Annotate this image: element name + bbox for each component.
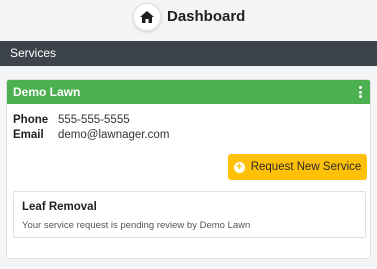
service-request-item[interactable]: Leaf Removal Your service request is pen… bbox=[13, 191, 366, 238]
service-title: Leaf Removal bbox=[22, 201, 97, 213]
phone-label: Phone bbox=[13, 114, 49, 126]
phone-row: Phone 555-555-5555 bbox=[13, 113, 169, 128]
email-value: demo@lawnager.com bbox=[58, 129, 170, 141]
provider-name: Demo Lawn bbox=[13, 85, 81, 99]
services-section-header: Services bbox=[0, 41, 377, 66]
request-new-service-label: Request New Service bbox=[250, 161, 362, 173]
card-header: Demo Lawn bbox=[7, 80, 370, 104]
contact-info: Phone 555-555-5555 Email demo@lawnager.c… bbox=[13, 113, 169, 143]
home-icon bbox=[140, 11, 154, 23]
kebab-menu-icon[interactable] bbox=[358, 86, 362, 98]
phone-value: 555-555-5555 bbox=[58, 114, 130, 126]
request-new-service-button[interactable]: + Request New Service bbox=[228, 154, 367, 180]
page-title: Dashboard bbox=[167, 8, 246, 25]
home-button[interactable] bbox=[133, 3, 161, 31]
provider-card: Demo Lawn Phone 555-555-5555 Email demo@… bbox=[6, 79, 371, 259]
service-status: Your service request is pending review b… bbox=[22, 220, 251, 231]
plus-circle-icon: + bbox=[233, 161, 245, 173]
top-bar: Dashboard bbox=[0, 0, 377, 40]
email-label: Email bbox=[13, 129, 44, 141]
email-row: Email demo@lawnager.com bbox=[13, 128, 169, 143]
